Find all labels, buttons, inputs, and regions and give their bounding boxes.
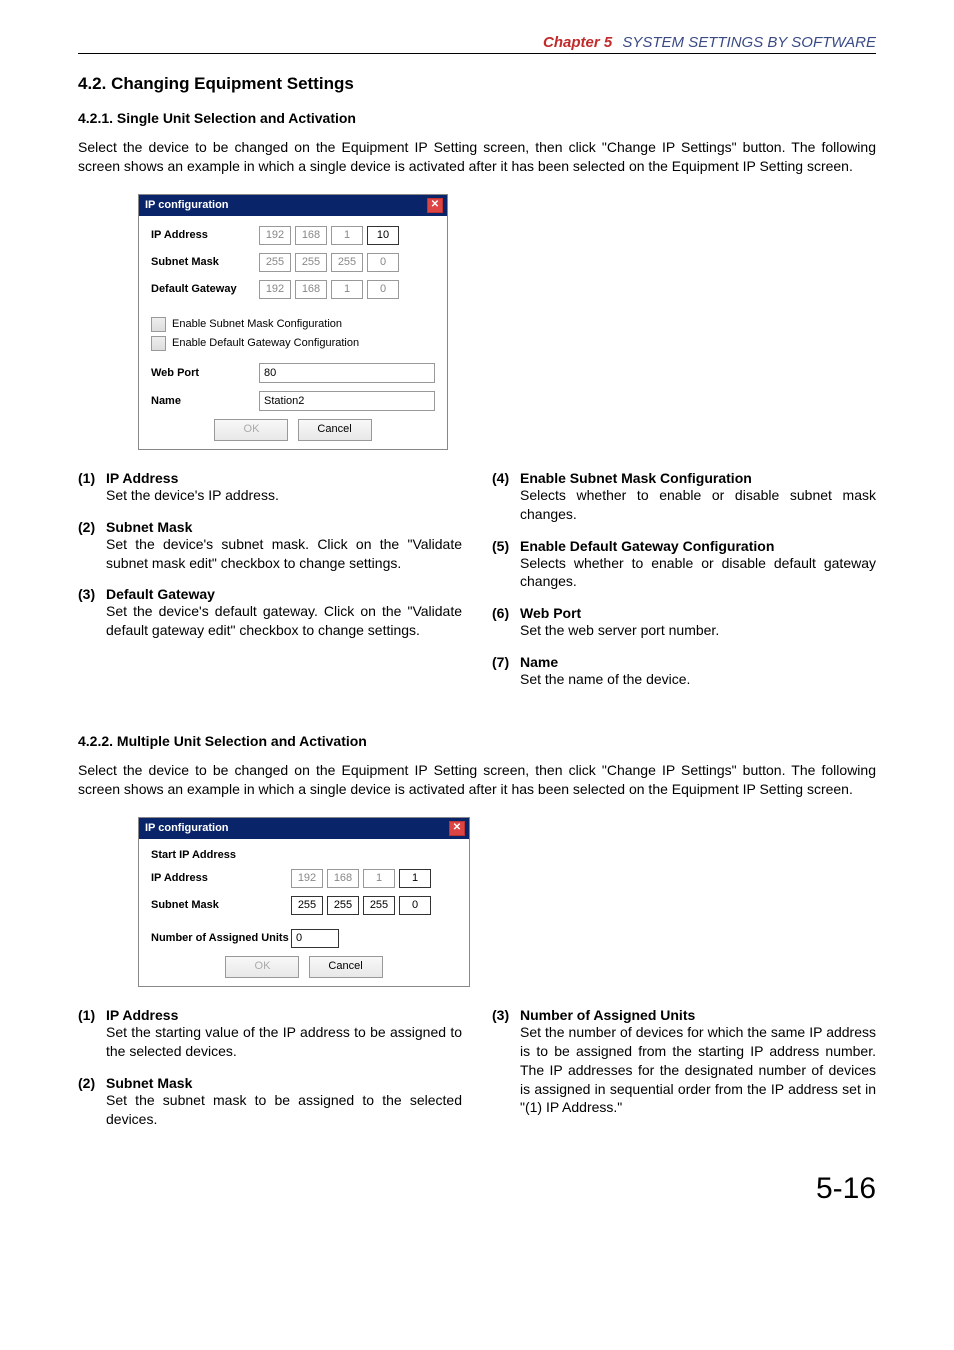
sm-octet-1[interactable]: 255 (291, 896, 323, 915)
number-units-label: Number of Assigned Units (151, 932, 291, 944)
item-number: (3) (492, 1007, 520, 1023)
name-input[interactable]: Station2 (259, 391, 435, 411)
chapter-title: SYSTEM SETTINGS BY SOFTWARE (622, 34, 876, 51)
item-description: Set the web server port number. (520, 621, 876, 640)
item-title: Number of Assigned Units (520, 1007, 695, 1023)
header-rule (78, 53, 876, 54)
ip-address-label: IP Address (151, 229, 259, 241)
gw-octet-2[interactable]: 168 (295, 280, 327, 299)
sm-octet-2[interactable]: 255 (295, 253, 327, 272)
subnet-mask-label: Subnet Mask (151, 256, 259, 268)
dialog-titlebar: IP configuration ✕ (139, 818, 469, 839)
start-ip-label: Start IP Address (151, 849, 291, 861)
sm-octet-4[interactable]: 0 (367, 253, 399, 272)
item-title: Enable Subnet Mask Configuration (520, 470, 752, 486)
enable-gateway-label: Enable Default Gateway Configuration (172, 337, 359, 349)
item-number: (1) (78, 1007, 106, 1023)
item-number: (5) (492, 538, 520, 554)
sm-octet-3[interactable]: 255 (363, 896, 395, 915)
web-port-label: Web Port (151, 367, 259, 379)
ip-address-label: IP Address (151, 872, 291, 884)
description-item: (3)Default GatewaySet the device's defau… (78, 586, 462, 640)
item-description: Set the subnet mask to be assigned to th… (106, 1091, 462, 1129)
item-title: Default Gateway (106, 586, 215, 602)
description-item: (6)Web PortSet the web server port numbe… (492, 605, 876, 640)
item-number: (2) (78, 519, 106, 535)
item-number: (4) (492, 470, 520, 486)
section-title-421: 4.2.1. Single Unit Selection and Activat… (78, 110, 876, 126)
description-item: (5)Enable Default Gateway ConfigurationS… (492, 538, 876, 592)
dialog-title-text: IP configuration (145, 199, 229, 211)
enable-subnet-checkbox[interactable] (151, 317, 166, 332)
item-title: Subnet Mask (106, 519, 192, 535)
description-item: (7)NameSet the name of the device. (492, 654, 876, 689)
dialog-title-text: IP configuration (145, 822, 229, 834)
page-number: 5-16 (78, 1172, 876, 1206)
description-item: (3)Number of Assigned UnitsSet the numbe… (492, 1007, 876, 1117)
enable-subnet-label: Enable Subnet Mask Configuration (172, 318, 342, 330)
sm-octet-3[interactable]: 255 (331, 253, 363, 272)
item-number: (1) (78, 470, 106, 486)
item-number: (3) (78, 586, 106, 602)
item-number: (6) (492, 605, 520, 621)
description-item: (2)Subnet MaskSet the subnet mask to be … (78, 1075, 462, 1129)
item-title: Web Port (520, 605, 581, 621)
gw-octet-4[interactable]: 0 (367, 280, 399, 299)
chapter-label: Chapter 5 (543, 34, 612, 51)
close-icon[interactable]: ✕ (427, 198, 443, 213)
ip-octet-4[interactable]: 1 (399, 869, 431, 888)
subnet-mask-label: Subnet Mask (151, 899, 291, 911)
section-title-422: 4.2.2. Multiple Unit Selection and Activ… (78, 733, 876, 749)
number-units-input[interactable]: 0 (291, 929, 339, 948)
item-title: IP Address (106, 470, 178, 486)
description-item: (1)IP AddressSet the device's IP address… (78, 470, 462, 505)
ip-octet-2[interactable]: 168 (327, 869, 359, 888)
item-title: Subnet Mask (106, 1075, 192, 1091)
item-description: Selects whether to enable or disable def… (520, 554, 876, 592)
ok-button[interactable]: OK (214, 419, 288, 441)
ip-config-dialog-multiple: IP configuration ✕ Start IP Address IP A… (138, 817, 470, 987)
cancel-button[interactable]: Cancel (298, 419, 372, 441)
ip-octet-3[interactable]: 1 (331, 226, 363, 245)
close-icon[interactable]: ✕ (449, 821, 465, 836)
name-label: Name (151, 395, 259, 407)
item-title: Name (520, 654, 558, 670)
description-item: (2)Subnet MaskSet the device's subnet ma… (78, 519, 462, 573)
dialog-titlebar: IP configuration ✕ (139, 195, 447, 216)
item-title: Enable Default Gateway Configuration (520, 538, 774, 554)
ip-octet-3[interactable]: 1 (363, 869, 395, 888)
sm-octet-4[interactable]: 0 (399, 896, 431, 915)
default-gateway-label: Default Gateway (151, 283, 259, 295)
page-header: Chapter 5 SYSTEM SETTINGS BY SOFTWARE (78, 34, 876, 51)
gw-octet-1[interactable]: 192 (259, 280, 291, 299)
item-description: Set the name of the device. (520, 670, 876, 689)
item-description: Selects whether to enable or disable sub… (520, 486, 876, 524)
ip-octet-1[interactable]: 192 (259, 226, 291, 245)
sm-octet-2[interactable]: 255 (327, 896, 359, 915)
intro-421: Select the device to be changed on the E… (78, 138, 876, 176)
enable-gateway-checkbox[interactable] (151, 336, 166, 351)
intro-422: Select the device to be changed on the E… (78, 761, 876, 799)
item-number: (2) (78, 1075, 106, 1091)
web-port-input[interactable]: 80 (259, 363, 435, 383)
ip-config-dialog-single: IP configuration ✕ IP Address 192 168 1 … (138, 194, 448, 450)
description-item: (4)Enable Subnet Mask ConfigurationSelec… (492, 470, 876, 524)
ip-octet-1[interactable]: 192 (291, 869, 323, 888)
gw-octet-3[interactable]: 1 (331, 280, 363, 299)
cancel-button[interactable]: Cancel (309, 956, 383, 978)
sm-octet-1[interactable]: 255 (259, 253, 291, 272)
item-description: Set the starting value of the IP address… (106, 1023, 462, 1061)
item-number: (7) (492, 654, 520, 670)
ip-octet-2[interactable]: 168 (295, 226, 327, 245)
item-title: IP Address (106, 1007, 178, 1023)
ok-button[interactable]: OK (225, 956, 299, 978)
item-description: Set the device's IP address. (106, 486, 462, 505)
section-title-42: 4.2. Changing Equipment Settings (78, 74, 876, 94)
item-description: Set the number of devices for which the … (520, 1023, 876, 1117)
item-description: Set the device's default gateway. Click … (106, 602, 462, 640)
description-item: (1)IP AddressSet the starting value of t… (78, 1007, 462, 1061)
ip-octet-4[interactable]: 10 (367, 226, 399, 245)
item-description: Set the device's subnet mask. Click on t… (106, 535, 462, 573)
